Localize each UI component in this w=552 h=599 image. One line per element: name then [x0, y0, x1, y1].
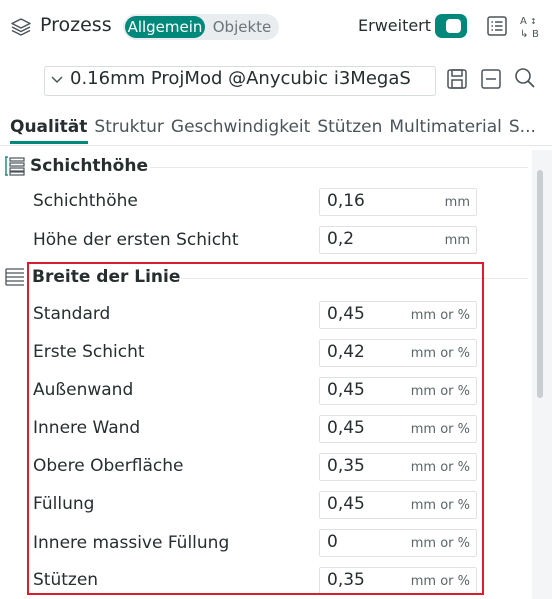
- layers-icon: [11, 18, 31, 36]
- list-icon[interactable]: [486, 14, 508, 38]
- input-first-layer-height[interactable]: 0,2 mm: [319, 226, 477, 254]
- tab-multimaterial[interactable]: Multimaterial: [389, 117, 502, 137]
- input-layer-height[interactable]: 0,16 mm: [319, 188, 477, 216]
- search-icon[interactable]: [513, 66, 537, 90]
- highlight-box: [27, 262, 484, 595]
- svg-text:A: A: [520, 16, 527, 27]
- chevron-down-icon[interactable]: [48, 70, 66, 88]
- layer-height-icon: [5, 156, 25, 176]
- value: 0,16: [327, 191, 365, 211]
- tab-objekte[interactable]: Objekte: [207, 16, 277, 38]
- active-tab-indicator: [10, 141, 88, 144]
- section-divider: [150, 167, 528, 168]
- minus-icon[interactable]: [480, 67, 502, 91]
- svg-text:B: B: [532, 29, 539, 40]
- scrollbar-thumb[interactable]: [537, 170, 543, 398]
- toggle-knob: [446, 19, 461, 33]
- value: 0,2: [327, 229, 355, 249]
- compare-icon[interactable]: A ↕ ↳ B: [517, 12, 545, 40]
- tab-allgemein[interactable]: Allgemein: [125, 16, 205, 38]
- unit: mm: [444, 195, 470, 210]
- line-width-icon: [5, 268, 24, 286]
- advanced-label: Erweitert: [358, 16, 432, 35]
- save-icon[interactable]: [446, 67, 468, 91]
- settings-tabs: Qualität Struktur Geschwindigkeit Stützen Mu…: [10, 117, 543, 141]
- label-layer-height: Schichthöhe: [33, 191, 138, 211]
- tab-divider: [0, 145, 552, 146]
- label-first-layer-height: Höhe der ersten Schicht: [33, 230, 239, 250]
- tab-qualitaet[interactable]: Qualität: [10, 117, 87, 137]
- unit: mm: [444, 233, 470, 248]
- svg-text:↳: ↳: [520, 29, 528, 40]
- tab-stuetzen[interactable]: Stützen: [317, 117, 382, 137]
- tab-struktur[interactable]: Struktur: [94, 117, 164, 137]
- panel-title: Prozess: [40, 14, 112, 36]
- tab-more[interactable]: S...: [509, 117, 536, 137]
- preset-value: 0.16mm ProjMod @Anycubic i3MegaS: [70, 68, 411, 89]
- section-title-layer-height: Schichthöhe: [30, 156, 148, 176]
- svg-text:↕: ↕: [530, 17, 537, 26]
- tab-geschwindigkeit[interactable]: Geschwindigkeit: [171, 117, 310, 137]
